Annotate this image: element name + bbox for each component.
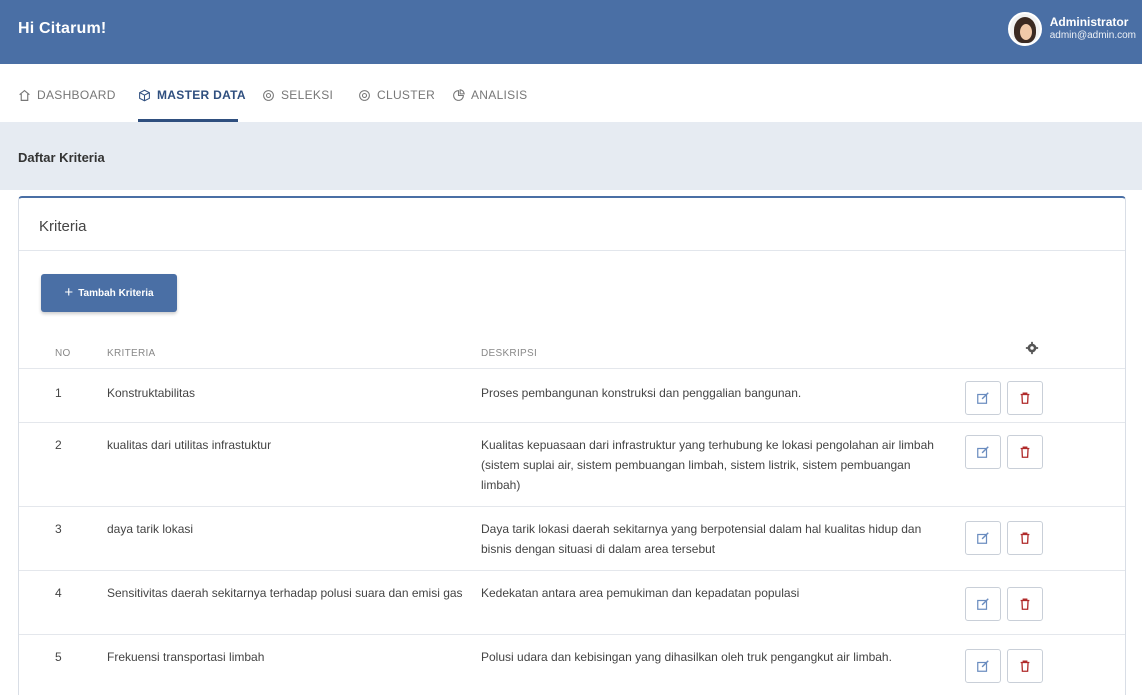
add-kriteria-label: Tambah Kriteria [78, 287, 154, 299]
kriteria-card: Kriteria + Tambah Kriteria NO KRITERIA D… [18, 196, 1126, 695]
divider [19, 250, 1125, 251]
row-kriteria: daya tarik lokasi [107, 522, 194, 536]
delete-button[interactable] [1007, 587, 1043, 621]
trash-icon [1020, 598, 1030, 610]
edit-button[interactable] [965, 435, 1001, 469]
delete-button[interactable] [1007, 435, 1043, 469]
nav-cluster-label: CLUSTER [377, 88, 436, 102]
home-icon [19, 89, 30, 101]
edit-button[interactable] [965, 521, 1001, 555]
edit-button[interactable] [965, 649, 1001, 683]
user-menu[interactable]: Administrator admin@admin.com [1007, 12, 1136, 46]
trash-icon [1020, 532, 1030, 544]
user-name: Administrator [1049, 15, 1129, 29]
target-icon [359, 89, 370, 101]
edit-icon [977, 446, 989, 458]
row-kriteria: Sensitivitas daerah sekitarnya terhadap … [107, 586, 463, 600]
delete-button[interactable] [1007, 521, 1043, 555]
box-icon [139, 89, 150, 101]
row-no: 1 [55, 386, 62, 400]
main-nav: DASHBOARD MASTER DATA SELEKSI CLUSTER AN… [0, 64, 1142, 122]
row-deskripsi: Daya tarik lokasi daerah sekitarnya yang… [481, 522, 922, 556]
row-no: 2 [55, 438, 62, 452]
row-no: 5 [55, 650, 62, 664]
pie-chart-icon [453, 88, 465, 101]
row-kriteria: Konstruktabilitas [107, 386, 196, 400]
nav-master-data[interactable]: MASTER DATA [138, 88, 246, 102]
card-title: Kriteria [39, 218, 87, 235]
row-deskripsi: Kedekatan antara area pemukiman dan kepa… [481, 586, 800, 600]
row-deskripsi: Kualitas kepuasaan dari infrastruktur ya… [481, 438, 934, 492]
top-bar: Hi Citarum! Administrator admin@admin.co… [0, 0, 1142, 64]
table-row: 4 Sensitivitas daerah sekitarnya terhada… [19, 570, 1125, 634]
plus-icon: + [64, 284, 74, 301]
trash-icon [1020, 392, 1030, 404]
table-row: 1 Konstruktabilitas Proses pembangunan k… [19, 368, 1125, 422]
page-header: Daftar Kriteria [0, 122, 1142, 190]
row-deskripsi: Polusi udara dan kebisingan yang dihasil… [481, 650, 892, 664]
target-icon [263, 89, 274, 101]
row-deskripsi: Proses pembangunan konstruksi dan pengga… [481, 386, 802, 400]
nav-dashboard-label: DASHBOARD [37, 88, 116, 102]
table-row: 5 Frekuensi transportasi limbah Polusi u… [19, 634, 1125, 695]
app-brand[interactable]: Hi Citarum! [18, 20, 106, 38]
nav-seleksi-label: SELEKSI [281, 88, 334, 102]
header-no: NO [55, 348, 71, 359]
row-no: 3 [55, 522, 62, 536]
row-kriteria: kualitas dari utilitas infrastuktur [107, 438, 272, 452]
edit-button[interactable] [965, 381, 1001, 415]
edit-icon [977, 392, 989, 404]
delete-button[interactable] [1007, 649, 1043, 683]
edit-button[interactable] [965, 587, 1001, 621]
trash-icon [1020, 660, 1030, 672]
edit-icon [977, 598, 989, 610]
gear-icon [1025, 341, 1039, 355]
nav-seleksi[interactable]: SELEKSI [262, 88, 333, 102]
delete-button[interactable] [1007, 381, 1043, 415]
header-kriteria: KRITERIA [107, 348, 156, 359]
row-no: 4 [55, 586, 62, 600]
trash-icon [1020, 446, 1030, 458]
edit-icon [977, 532, 989, 544]
nav-analisis[interactable]: ANALISIS [452, 88, 527, 102]
nav-cluster[interactable]: CLUSTER [358, 88, 435, 102]
page-title: Daftar Kriteria [18, 150, 105, 165]
row-kriteria: Frekuensi transportasi limbah [107, 650, 265, 664]
header-deskripsi: DESKRIPSI [481, 348, 538, 359]
nav-analisis-label: ANALISIS [471, 88, 528, 102]
avatar[interactable] [1007, 12, 1042, 46]
add-kriteria-button[interactable]: + Tambah Kriteria [41, 274, 177, 312]
nav-master-data-label: MASTER DATA [157, 88, 246, 102]
edit-icon [977, 660, 989, 672]
nav-dashboard[interactable]: DASHBOARD [18, 88, 116, 102]
user-email: admin@admin.com [1049, 30, 1136, 41]
table-row: 3 daya tarik lokasi Daya tarik lokasi da… [19, 506, 1125, 570]
table-row: 2 kualitas dari utilitas infrastuktur Ku… [19, 422, 1125, 506]
